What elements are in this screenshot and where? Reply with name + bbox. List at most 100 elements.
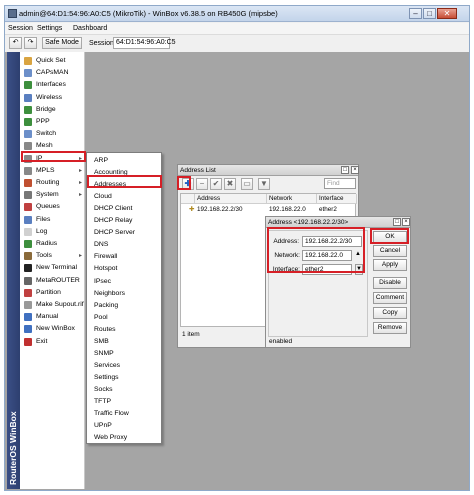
sidebar-item-label: Routing [36,179,60,186]
brand-strip: RouterOS WinBox [7,52,20,489]
ip-submenu-item[interactable]: DHCP Server [87,227,161,239]
ip-submenu-item[interactable]: Cloud [87,191,161,203]
sidebar-item[interactable]: Wireless [20,92,84,104]
sidebar-item[interactable]: Tools ▸ [20,250,84,262]
ip-submenu-item[interactable]: Routes [87,324,161,336]
ip-submenu-item[interactable]: Packing [87,300,161,312]
ip-submenu-item[interactable]: Settings [87,372,161,384]
sidebar-item[interactable]: Routing ▸ [20,177,84,189]
address-dialog-restore-button[interactable]: □ [393,218,401,226]
address-list-restore-button[interactable]: □ [341,166,349,174]
radius-icon [24,240,32,248]
sidebar-item[interactable]: Exit [20,336,84,348]
partition-icon [24,288,32,297]
comment-icon[interactable]: ▭ [241,178,253,190]
cancel-button[interactable]: Cancel [373,245,407,257]
menu-session[interactable]: Session [8,25,33,32]
ip-submenu-item[interactable]: DNS [87,239,161,251]
ip-submenu-item[interactable]: UPnP [87,420,161,432]
ip-submenu-item[interactable]: Socks [87,384,161,396]
ip-submenu-item[interactable]: Web Proxy [87,432,161,444]
safe-mode-button[interactable]: Safe Mode [42,37,82,49]
sidebar-item[interactable]: Make Supout.rif [20,299,84,311]
redo-button[interactable]: ↷ [24,37,37,49]
sidebar-item[interactable]: Queues [20,201,84,213]
wireless-icon [24,93,32,102]
terminal-icon [24,264,32,273]
sidebar-item[interactable]: Log [20,226,84,238]
ip-submenu-item[interactable]: Traffic Flow [87,408,161,420]
ip-submenu-item[interactable]: IPsec [87,276,161,288]
disable-button[interactable]: Disable [373,277,407,289]
table-row[interactable]: ✚ 192.168.22.2/30 192.168.22.0 ether2 [181,205,355,215]
menu-dashboard[interactable]: Dashboard [73,25,107,32]
ip-submenu-item[interactable]: Neighbors [87,288,161,300]
sidebar-item[interactable]: Manual [20,311,84,323]
queues-icon [24,203,32,212]
title-bar[interactable]: admin@64:D1:54:96:A0:C5 (MikroTik) - Win… [5,6,469,22]
sidebar-item[interactable]: New WinBox [20,323,84,335]
apply-button[interactable]: Apply [373,259,407,271]
ip-submenu-item[interactable]: Services [87,360,161,372]
sidebar-item[interactable]: MPLS ▸ [20,165,84,177]
ip-submenu-item[interactable]: Firewall [87,251,161,263]
disable-icon[interactable]: ✖ [224,178,236,190]
ip-submenu-item[interactable]: DHCP Client [87,203,161,215]
find-input[interactable]: Find [324,178,356,189]
sidebar-item-label: CAPsMAN [36,69,69,77]
supout-icon [24,301,32,309]
log-icon [24,227,32,236]
sidebar-item-label: Wireless [36,93,63,101]
winbox-icon [24,325,32,334]
sidebar-item[interactable]: Interfaces [20,79,84,91]
bridge-icon [24,105,32,114]
window-title: admin@64:D1:54:96:A0:C5 (MikroTik) - Win… [19,9,278,18]
sidebar-item[interactable]: Quick Set [20,55,84,67]
chevron-right-icon: ▸ [78,192,82,199]
address-list-close-button[interactable]: × [351,166,359,174]
undo-button[interactable]: ↶ [9,37,22,49]
sidebar-item[interactable]: Partition [20,287,84,299]
sidebar-item-label: Bridge [36,105,56,113]
sidebar-item[interactable]: System ▸ [20,189,84,201]
ip-submenu-item[interactable]: TFTP [87,396,161,408]
sidebar-item[interactable]: CAPsMAN [20,67,84,79]
ip-submenu-item[interactable]: Hotspot [87,263,161,275]
maximize-button[interactable]: □ [423,8,436,19]
address-dialog-status: enabled [269,338,293,345]
sidebar-item[interactable]: Switch [20,128,84,140]
sidebar-item[interactable]: Radius [20,238,84,250]
ip-submenu-item[interactable]: SMB [87,336,161,348]
quickset-icon [24,57,32,65]
sidebar-menu: Quick Set CAPsMAN Interfaces Wireless Bridge… [20,52,85,489]
chevron-right-icon: ▸ [78,253,82,260]
minimize-button[interactable]: – [409,8,422,19]
remove-icon[interactable]: − [196,178,208,190]
address-dialog-close-button[interactable]: × [402,218,410,226]
sidebar-item[interactable]: MetaROUTER [20,275,84,287]
ip-submenu-item[interactable]: DHCP Relay [87,215,161,227]
copy-button[interactable]: Copy [373,307,407,319]
menu-settings[interactable]: Settings [37,25,62,32]
toolbar: ↶ ↷ Safe Mode Session: 64:D1:54:96:A0:C5 [5,36,469,51]
comment-button[interactable]: Comment [373,292,407,304]
sidebar-item[interactable]: Files [20,214,84,226]
session-field[interactable]: 64:D1:54:96:A0:C5 [113,37,176,49]
address-list-title[interactable]: Address List [178,165,358,176]
ip-submenu: ARP Accounting Addresses Cloud DHCP Client DH… [86,152,162,444]
table-header-address[interactable]: Address [195,194,267,204]
table-header-network[interactable]: Network [267,194,317,204]
close-button[interactable]: ✕ [437,8,457,19]
ip-submenu-item[interactable]: SNMP [87,348,161,360]
ip-submenu-item[interactable]: Pool [87,312,161,324]
enable-icon[interactable]: ✔ [210,178,222,190]
remove-button[interactable]: Remove [373,322,407,334]
filter-icon[interactable]: ▼ [258,178,270,190]
winbox-app-icon [8,9,17,18]
table-header-interface[interactable]: Interface [317,194,357,204]
sidebar-item[interactable]: Bridge [20,104,84,116]
ip-submenu-item[interactable]: ARP [87,155,161,167]
sidebar-item[interactable]: New Terminal [20,262,84,274]
menu-bar: Session Settings Dashboard [5,23,469,35]
sidebar-item[interactable]: PPP [20,116,84,128]
